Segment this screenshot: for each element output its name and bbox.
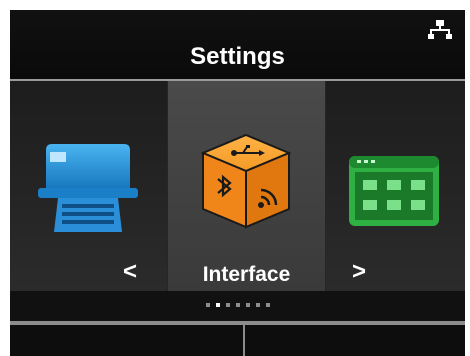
- carousel-item-keypad[interactable]: [326, 81, 465, 291]
- header-bar: Settings: [10, 10, 465, 80]
- device-screen: Settings < Interface >: [10, 10, 465, 356]
- footer-left-softkey[interactable]: [10, 325, 243, 356]
- network-icon: [428, 20, 452, 40]
- selected-item-label: Interface: [202, 263, 291, 286]
- page-indicator-dots: [10, 303, 465, 307]
- page-dot: [265, 303, 270, 307]
- page-title: Settings: [190, 43, 285, 70]
- carousel-item-printer[interactable]: [10, 81, 167, 291]
- page-indicator-bar: [10, 291, 465, 321]
- next-arrow-button[interactable]: >: [352, 260, 366, 284]
- page-dot: [215, 303, 220, 307]
- menu-carousel: < Interface >: [10, 81, 465, 291]
- page-dot: [235, 303, 240, 307]
- page-dot: [255, 303, 260, 307]
- page-dot: [225, 303, 230, 307]
- printer-icon: [38, 144, 138, 236]
- page-dot: [245, 303, 250, 307]
- footer-right-softkey[interactable]: [245, 325, 465, 356]
- previous-arrow-button[interactable]: <: [123, 260, 137, 284]
- page-dot: [205, 303, 210, 307]
- interface-cube-icon: [201, 133, 291, 229]
- keypad-grid-icon: [349, 156, 439, 226]
- carousel-item-interface[interactable]: [168, 81, 325, 291]
